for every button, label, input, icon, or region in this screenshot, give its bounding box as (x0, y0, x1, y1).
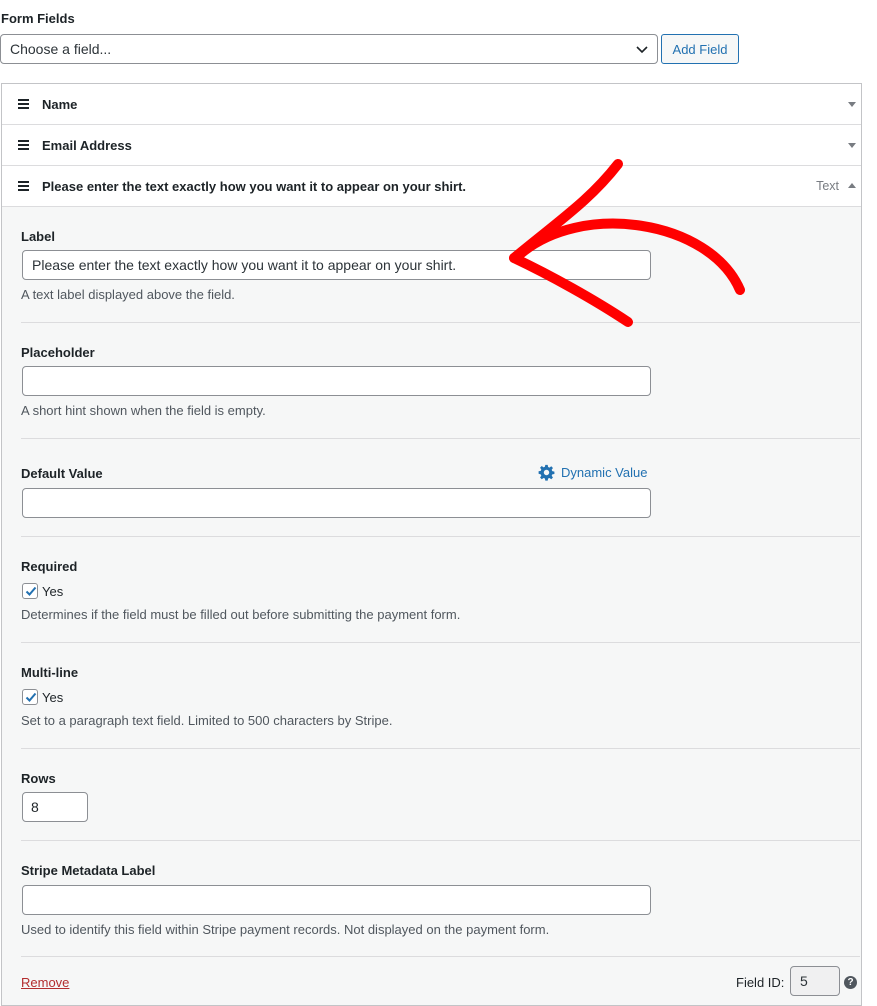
checkmark-icon (25, 692, 37, 702)
metadata-description: Used to identify this field within Strip… (21, 922, 550, 937)
field-row-title: Please enter the text exactly how you wa… (42, 178, 467, 194)
checkmark-icon (25, 586, 37, 596)
divider (21, 956, 860, 957)
field-row-email[interactable]: Email Address (2, 125, 861, 166)
drag-handle-icon[interactable] (18, 140, 29, 150)
fields-list: Name Email Address Please enter the text… (1, 83, 862, 1006)
add-field-button[interactable]: Add Field (661, 34, 739, 64)
required-setting-title: Required (21, 559, 78, 574)
caret-up-icon[interactable] (847, 181, 857, 191)
divider (21, 322, 860, 323)
dynamic-value-label: Dynamic Value (561, 465, 648, 480)
default-value-setting-title: Default Value (21, 466, 103, 481)
drag-handle-icon[interactable] (18, 99, 29, 109)
placeholder-description: A short hint shown when the field is emp… (21, 403, 266, 418)
divider (21, 748, 860, 749)
required-description: Determines if the field must be filled o… (21, 607, 461, 622)
metadata-setting-title: Stripe Metadata Label (21, 863, 156, 878)
divider (21, 642, 860, 643)
rows-input[interactable]: 8 (22, 792, 88, 822)
multiline-setting-title: Multi-line (21, 665, 79, 680)
multiline-checkbox-label[interactable]: Yes (42, 690, 63, 705)
required-checkbox-label[interactable]: Yes (42, 584, 63, 599)
label-setting-title: Label (21, 229, 55, 244)
divider (21, 438, 860, 439)
drag-handle-icon[interactable] (18, 181, 29, 191)
field-row-title: Name (42, 96, 78, 112)
placeholder-setting-title: Placeholder (21, 345, 95, 360)
field-id-label: Field ID: (736, 975, 785, 990)
form-fields-title: Form Fields (1, 11, 75, 26)
metadata-input[interactable] (22, 885, 651, 915)
placeholder-input[interactable] (22, 366, 651, 396)
gear-icon (538, 464, 555, 481)
field-type-select[interactable]: Choose a field... (0, 34, 658, 64)
divider (21, 536, 860, 537)
field-type-select-value: Choose a field... (10, 41, 112, 57)
chevron-down-icon (636, 46, 648, 54)
caret-down-icon[interactable] (847, 140, 857, 150)
divider (21, 840, 860, 841)
field-row-shirt-text[interactable]: Please enter the text exactly how you wa… (2, 166, 861, 207)
dynamic-value-link[interactable]: Dynamic Value (538, 464, 647, 481)
remove-field-link[interactable]: Remove (21, 975, 69, 990)
field-row-title: Email Address (42, 137, 132, 153)
field-row-name[interactable]: Name (2, 84, 861, 125)
label-description: A text label displayed above the field. (21, 287, 235, 302)
field-type-badge: Text (816, 179, 839, 193)
rows-setting-title: Rows (21, 771, 56, 786)
multiline-description: Set to a paragraph text field. Limited t… (21, 713, 393, 728)
default-value-input[interactable] (22, 488, 651, 518)
caret-down-icon[interactable] (847, 99, 857, 109)
multiline-checkbox[interactable] (22, 689, 38, 705)
field-id-input: 5 (790, 966, 840, 996)
label-input[interactable]: Please enter the text exactly how you wa… (22, 250, 651, 280)
help-icon[interactable]: ? (844, 976, 857, 989)
field-settings-panel: Label Please enter the text exactly how … (2, 207, 861, 1005)
required-checkbox[interactable] (22, 583, 38, 599)
